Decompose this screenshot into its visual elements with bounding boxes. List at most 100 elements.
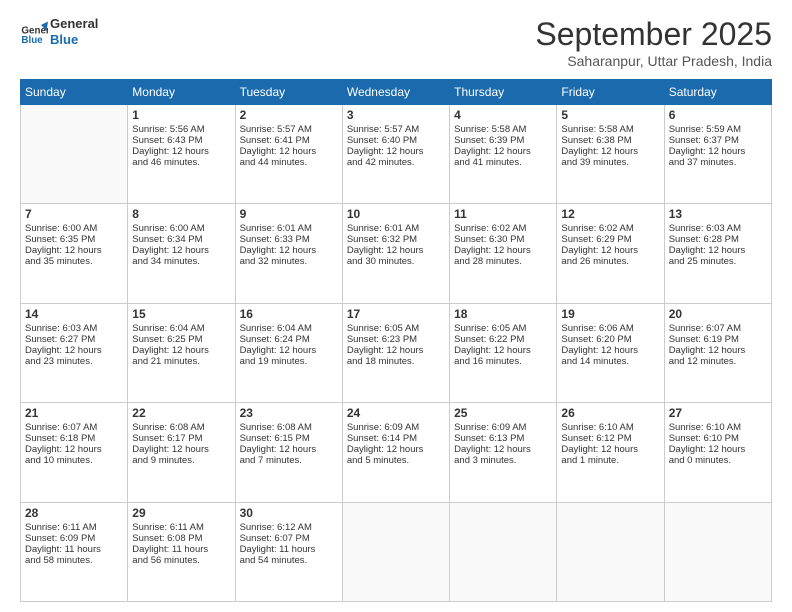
day-info: Daylight: 12 hours [347, 245, 445, 256]
day-info: and 19 minutes. [240, 356, 338, 367]
day-info: Sunrise: 6:04 AM [240, 323, 338, 334]
day-info: Sunset: 6:24 PM [240, 334, 338, 345]
day-info: Daylight: 12 hours [561, 245, 659, 256]
day-number: 28 [25, 506, 123, 520]
day-info: Sunset: 6:20 PM [561, 334, 659, 345]
calendar-cell: 24Sunrise: 6:09 AMSunset: 6:14 PMDayligh… [342, 403, 449, 502]
calendar-cell: 20Sunrise: 6:07 AMSunset: 6:19 PMDayligh… [664, 303, 771, 402]
day-info: Sunset: 6:33 PM [240, 234, 338, 245]
calendar-cell: 21Sunrise: 6:07 AMSunset: 6:18 PMDayligh… [21, 403, 128, 502]
calendar-cell: 10Sunrise: 6:01 AMSunset: 6:32 PMDayligh… [342, 204, 449, 303]
calendar-cell: 28Sunrise: 6:11 AMSunset: 6:09 PMDayligh… [21, 502, 128, 601]
col-saturday: Saturday [664, 80, 771, 105]
day-info: Sunrise: 5:57 AM [347, 124, 445, 135]
calendar-cell: 15Sunrise: 6:04 AMSunset: 6:25 PMDayligh… [128, 303, 235, 402]
day-info: Daylight: 12 hours [454, 444, 552, 455]
day-info: Sunrise: 5:58 AM [454, 124, 552, 135]
day-info: and 37 minutes. [669, 157, 767, 168]
day-number: 16 [240, 307, 338, 321]
day-info: Daylight: 12 hours [561, 146, 659, 157]
calendar-cell: 1Sunrise: 5:56 AMSunset: 6:43 PMDaylight… [128, 105, 235, 204]
day-info: Daylight: 12 hours [240, 245, 338, 256]
day-info: and 35 minutes. [25, 256, 123, 267]
day-info: and 9 minutes. [132, 455, 230, 466]
calendar-cell: 3Sunrise: 5:57 AMSunset: 6:40 PMDaylight… [342, 105, 449, 204]
day-number: 18 [454, 307, 552, 321]
col-tuesday: Tuesday [235, 80, 342, 105]
day-info: and 12 minutes. [669, 356, 767, 367]
day-number: 14 [25, 307, 123, 321]
day-number: 27 [669, 406, 767, 420]
day-info: and 23 minutes. [25, 356, 123, 367]
subtitle: Saharanpur, Uttar Pradesh, India [535, 53, 772, 69]
day-info: and 3 minutes. [454, 455, 552, 466]
day-info: Daylight: 12 hours [25, 444, 123, 455]
calendar-cell: 2Sunrise: 5:57 AMSunset: 6:41 PMDaylight… [235, 105, 342, 204]
day-info: and 41 minutes. [454, 157, 552, 168]
day-info: Sunset: 6:19 PM [669, 334, 767, 345]
day-number: 30 [240, 506, 338, 520]
day-info: and 21 minutes. [132, 356, 230, 367]
day-number: 3 [347, 108, 445, 122]
calendar-cell [664, 502, 771, 601]
day-info: Daylight: 12 hours [669, 245, 767, 256]
calendar-week-5: 28Sunrise: 6:11 AMSunset: 6:09 PMDayligh… [21, 502, 772, 601]
day-info: Sunset: 6:30 PM [454, 234, 552, 245]
day-number: 17 [347, 307, 445, 321]
day-info: Sunset: 6:38 PM [561, 135, 659, 146]
day-info: and 39 minutes. [561, 157, 659, 168]
day-info: Daylight: 12 hours [561, 444, 659, 455]
title-block: September 2025 Saharanpur, Uttar Pradesh… [535, 16, 772, 69]
day-info: Sunset: 6:34 PM [132, 234, 230, 245]
day-info: Sunset: 6:27 PM [25, 334, 123, 345]
day-info: Daylight: 12 hours [669, 345, 767, 356]
header: General Blue General Blue September 2025… [20, 16, 772, 69]
day-info: and 44 minutes. [240, 157, 338, 168]
day-info: Sunrise: 6:09 AM [454, 422, 552, 433]
day-number: 23 [240, 406, 338, 420]
day-info: and 7 minutes. [240, 455, 338, 466]
day-info: Sunrise: 5:57 AM [240, 124, 338, 135]
day-info: Daylight: 11 hours [132, 544, 230, 555]
day-info: and 28 minutes. [454, 256, 552, 267]
day-info: Sunset: 6:12 PM [561, 433, 659, 444]
day-info: Daylight: 12 hours [25, 245, 123, 256]
calendar-cell: 17Sunrise: 6:05 AMSunset: 6:23 PMDayligh… [342, 303, 449, 402]
day-info: Daylight: 12 hours [454, 245, 552, 256]
month-title: September 2025 [535, 16, 772, 53]
day-number: 9 [240, 207, 338, 221]
day-info: and 54 minutes. [240, 555, 338, 566]
day-info: Sunrise: 6:03 AM [669, 223, 767, 234]
day-info: Daylight: 12 hours [25, 345, 123, 356]
day-info: Sunset: 6:17 PM [132, 433, 230, 444]
day-info: Sunrise: 6:08 AM [240, 422, 338, 433]
day-info: Daylight: 12 hours [132, 146, 230, 157]
day-number: 12 [561, 207, 659, 221]
day-number: 29 [132, 506, 230, 520]
day-info: Sunrise: 6:05 AM [347, 323, 445, 334]
day-info: Sunset: 6:39 PM [454, 135, 552, 146]
day-info: Sunset: 6:37 PM [669, 135, 767, 146]
day-number: 10 [347, 207, 445, 221]
day-info: and 58 minutes. [25, 555, 123, 566]
col-monday: Monday [128, 80, 235, 105]
calendar-cell: 9Sunrise: 6:01 AMSunset: 6:33 PMDaylight… [235, 204, 342, 303]
day-number: 22 [132, 406, 230, 420]
calendar-cell [342, 502, 449, 601]
calendar-cell: 19Sunrise: 6:06 AMSunset: 6:20 PMDayligh… [557, 303, 664, 402]
day-info: Daylight: 12 hours [240, 146, 338, 157]
day-info: Daylight: 12 hours [669, 146, 767, 157]
calendar-cell: 23Sunrise: 6:08 AMSunset: 6:15 PMDayligh… [235, 403, 342, 502]
calendar-cell: 6Sunrise: 5:59 AMSunset: 6:37 PMDaylight… [664, 105, 771, 204]
day-number: 26 [561, 406, 659, 420]
day-info: Sunset: 6:18 PM [25, 433, 123, 444]
day-number: 5 [561, 108, 659, 122]
day-info: Sunrise: 6:12 AM [240, 522, 338, 533]
calendar-cell: 25Sunrise: 6:09 AMSunset: 6:13 PMDayligh… [450, 403, 557, 502]
day-info: Sunrise: 6:05 AM [454, 323, 552, 334]
calendar-cell: 30Sunrise: 6:12 AMSunset: 6:07 PMDayligh… [235, 502, 342, 601]
day-info: and 16 minutes. [454, 356, 552, 367]
calendar-week-3: 14Sunrise: 6:03 AMSunset: 6:27 PMDayligh… [21, 303, 772, 402]
day-number: 24 [347, 406, 445, 420]
day-number: 7 [25, 207, 123, 221]
